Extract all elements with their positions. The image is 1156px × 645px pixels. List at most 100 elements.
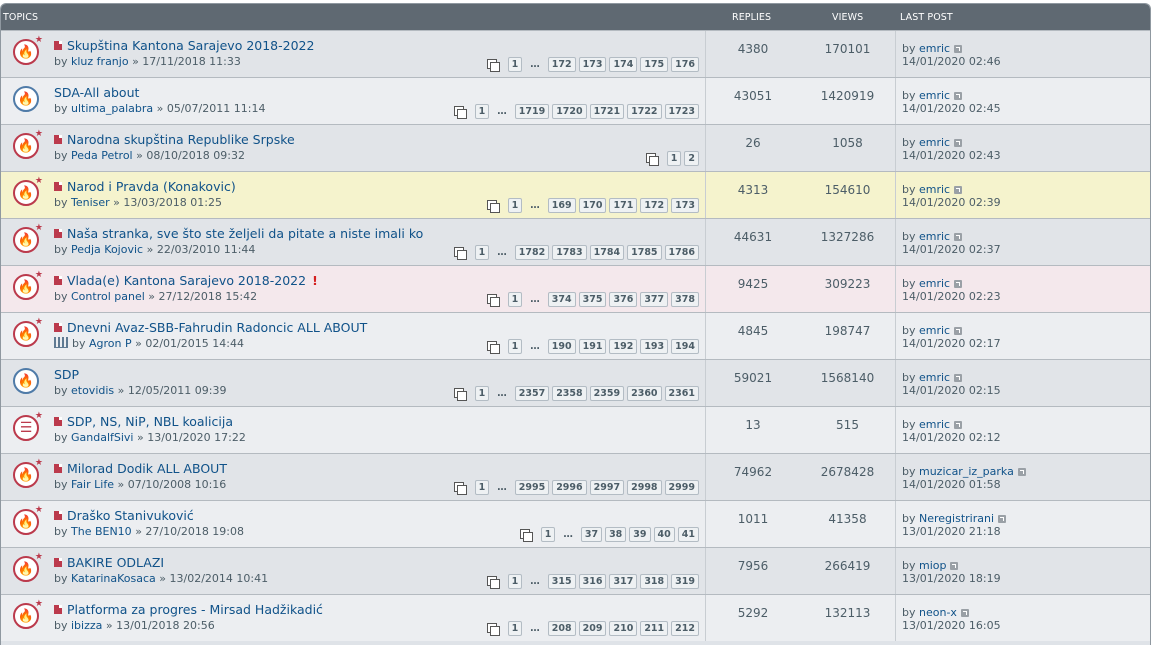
new-post-icon[interactable] [54, 558, 62, 567]
new-post-icon[interactable] [54, 229, 62, 238]
topic-title-link[interactable]: Dnevni Avaz-SBB-Fahrudin Radoncic ALL AB… [67, 320, 367, 335]
topic-row[interactable]: 🔥 ★ Skupština Kantona Sarajevo 2018-2022 by… [1, 30, 1150, 77]
new-post-icon[interactable] [54, 464, 62, 473]
view-latest-post-icon[interactable] [954, 233, 963, 241]
page-link[interactable]: 2996 [552, 480, 587, 495]
topic-title-link[interactable]: SDA-All about [54, 85, 139, 100]
page-link[interactable]: 318 [640, 574, 669, 589]
page-link[interactable]: 2358 [552, 386, 587, 401]
page-link[interactable]: 1 [474, 104, 490, 119]
view-latest-post-icon[interactable] [954, 421, 963, 429]
view-latest-post-icon[interactable] [950, 562, 959, 570]
page-link[interactable]: 317 [609, 574, 638, 589]
topic-author-link[interactable]: The BEN10 [71, 525, 132, 538]
view-latest-post-icon[interactable] [954, 327, 963, 335]
new-post-icon[interactable] [54, 605, 62, 614]
topic-author-link[interactable]: Fair Life [71, 478, 114, 491]
page-link[interactable]: 374 [547, 292, 576, 307]
topic-title-link[interactable]: Draško Stanivuković [67, 508, 194, 523]
topic-row[interactable]: 🔥 ★ Naša stranka, sve što ste željeli da p… [1, 218, 1150, 265]
topic-row[interactable]: 🔥 ★ Platforma za progres - Mirsad Hadžikad… [1, 594, 1150, 641]
page-link[interactable]: 190 [547, 339, 576, 354]
page-link[interactable]: 37 [580, 527, 603, 542]
new-post-icon[interactable] [54, 182, 62, 191]
last-post-author-link[interactable]: emric [919, 89, 950, 102]
last-post-author-link[interactable]: emric [919, 324, 950, 337]
last-post-author-link[interactable]: emric [919, 418, 950, 431]
page-link[interactable]: 1723 [664, 104, 699, 119]
page-link[interactable]: 377 [640, 292, 669, 307]
hot-unread-icon[interactable]: 🔥 ★ [13, 223, 43, 253]
topic-unread-icon[interactable]: ☰ ★ [13, 411, 43, 441]
topic-title-link[interactable]: Vlada(e) Kantona Sarajevo 2018-2022 [67, 273, 306, 288]
hot-unread-icon[interactable]: 🔥 ★ [13, 552, 43, 582]
hot-unread-icon[interactable]: 🔥 ★ [13, 599, 43, 629]
topic-title-link[interactable]: Skupština Kantona Sarajevo 2018-2022 [67, 38, 314, 53]
view-latest-post-icon[interactable] [960, 609, 969, 617]
hot-read-icon[interactable]: 🔥 [13, 86, 39, 112]
page-link[interactable]: 211 [640, 621, 669, 636]
topic-author-link[interactable]: Pedja Kojovic [71, 243, 143, 256]
topic-author-link[interactable]: Peda Petrol [71, 149, 133, 162]
page-link[interactable]: 319 [671, 574, 699, 589]
page-link[interactable]: 376 [609, 292, 638, 307]
page-link[interactable]: 2997 [589, 480, 625, 495]
page-link[interactable]: 174 [609, 57, 638, 72]
page-link[interactable]: 171 [609, 198, 638, 213]
page-link[interactable]: 176 [671, 57, 699, 72]
hot-read-icon[interactable]: 🔥 [13, 368, 39, 394]
page-link[interactable]: 191 [578, 339, 607, 354]
page-link[interactable]: 1 [540, 527, 556, 542]
page-link[interactable]: 1 [507, 339, 523, 354]
page-link[interactable]: 194 [671, 339, 699, 354]
last-post-author-link[interactable]: neon-x [919, 606, 957, 619]
topic-author-link[interactable]: Teniser [71, 196, 110, 209]
view-latest-post-icon[interactable] [954, 92, 963, 100]
topic-row[interactable]: ☰ ★ SDP, NS, NiP, NBL koalicija by GandalfS… [1, 406, 1150, 453]
page-link[interactable]: 1 [474, 386, 490, 401]
new-post-icon[interactable] [54, 511, 62, 520]
page-link[interactable]: 1719 [514, 104, 550, 119]
page-link[interactable]: 41 [677, 527, 699, 542]
topic-row[interactable]: 🔥 SDA-All about by ultima_palabra » 05/07/… [1, 77, 1150, 124]
hot-unread-icon[interactable]: 🔥 ★ [13, 129, 43, 159]
page-link[interactable]: 175 [640, 57, 669, 72]
view-latest-post-icon[interactable] [954, 280, 963, 288]
hot-unread-icon[interactable]: 🔥 ★ [13, 505, 43, 535]
page-link[interactable]: 2 [684, 151, 699, 166]
view-latest-post-icon[interactable] [998, 515, 1006, 523]
page-link[interactable]: 1 [474, 245, 490, 260]
hot-unread-icon[interactable]: 🔥 ★ [13, 458, 43, 488]
topic-author-link[interactable]: GandalfSivi [71, 431, 134, 444]
last-post-author-link[interactable]: emric [919, 136, 950, 149]
topic-author-link[interactable]: ultima_palabra [71, 102, 153, 115]
last-post-author-link[interactable]: emric [919, 42, 950, 55]
topic-row[interactable]: 🔥 ★ Vlada(e) Kantona Sarajevo 2018-2022! by… [1, 265, 1150, 312]
page-link[interactable]: 1 [507, 574, 523, 589]
page-link[interactable]: 2361 [664, 386, 699, 401]
page-link[interactable]: 212 [671, 621, 699, 636]
topic-title-link[interactable]: BAKIRE ODLAZI [67, 555, 164, 570]
page-link[interactable]: 38 [605, 527, 627, 542]
page-link[interactable]: 209 [578, 621, 607, 636]
view-latest-post-icon[interactable] [954, 374, 963, 382]
topic-row[interactable]: 🔥 ★ Narod i Pravda (Konakovic) by Teniser »… [1, 171, 1150, 218]
page-link[interactable]: 1721 [589, 104, 625, 119]
topic-title-link[interactable]: Narod i Pravda (Konakovic) [67, 179, 236, 194]
topic-author-link[interactable]: etovidis [71, 384, 114, 397]
topic-author-link[interactable]: kluz franjo [71, 55, 129, 68]
page-link[interactable]: 1722 [627, 104, 662, 119]
topic-title-link[interactable]: Milorad Dodik ALL ABOUT [67, 461, 227, 476]
last-post-author-link[interactable]: emric [919, 230, 950, 243]
new-post-icon[interactable] [54, 41, 62, 50]
last-post-author-link[interactable]: emric [919, 371, 950, 384]
hot-unread-icon[interactable]: 🔥 ★ [13, 176, 43, 206]
page-link[interactable]: 1784 [589, 245, 625, 260]
topic-title-link[interactable]: Narodna skupština Republike Srpske [67, 132, 295, 147]
topic-title-link[interactable]: SDP, NS, NiP, NBL koalicija [67, 414, 233, 429]
new-post-icon[interactable] [54, 276, 62, 285]
page-link[interactable]: 170 [578, 198, 607, 213]
topic-row[interactable]: 🔥 ★ Narodna skupština Republike Srpske by P… [1, 124, 1150, 171]
topic-row[interactable]: 🔥 ★ Milorad Dodik ALL ABOUT by Fair Life » … [1, 453, 1150, 500]
hot-unread-icon[interactable]: 🔥 ★ [13, 317, 43, 347]
